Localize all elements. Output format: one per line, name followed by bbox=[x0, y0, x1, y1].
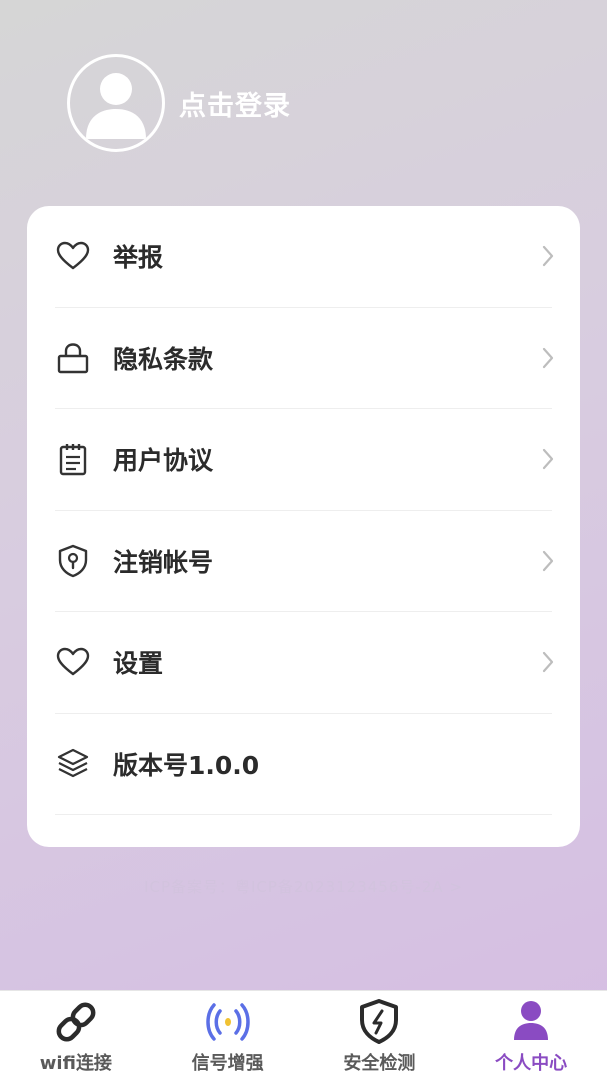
chevron-right-icon bbox=[542, 449, 554, 470]
version-label: 版本号1.0.0 bbox=[113, 750, 260, 780]
chevron-right-icon bbox=[542, 246, 554, 267]
link-icon bbox=[50, 997, 102, 1047]
person-icon bbox=[505, 997, 557, 1047]
menu-card: 举报 隐私条款 用户协议 注销帐号 设置 版本号1.0.0 bbox=[27, 206, 580, 847]
menu-item-report[interactable]: 举报 bbox=[55, 206, 554, 308]
tab-personal-center[interactable]: 个人中心 bbox=[455, 991, 607, 1080]
signal-icon bbox=[202, 997, 254, 1047]
notepad-icon bbox=[55, 441, 91, 477]
menu-item-settings[interactable]: 设置 bbox=[55, 612, 554, 714]
menu-item-privacy[interactable]: 隐私条款 bbox=[55, 308, 554, 409]
tab-label: 信号增强 bbox=[191, 1053, 264, 1074]
tab-security-check[interactable]: 安全检测 bbox=[304, 991, 456, 1080]
menu-item-version: 版本号1.0.0 bbox=[55, 714, 552, 815]
menu-item-label: 用户协议 bbox=[113, 446, 214, 476]
shield-bolt-icon bbox=[353, 997, 405, 1047]
profile-header[interactable]: 点击登录 bbox=[67, 54, 291, 152]
menu-item-user-agreement[interactable]: 用户协议 bbox=[55, 409, 554, 511]
menu-item-label: 举报 bbox=[113, 243, 164, 273]
menu-item-label: 注销帐号 bbox=[113, 547, 214, 577]
heart-icon bbox=[55, 644, 91, 680]
bottom-tab-bar: wifi连接 信号增强 安全检测 个人中心 bbox=[0, 990, 607, 1080]
shield-keyhole-icon bbox=[55, 543, 91, 579]
avatar[interactable] bbox=[67, 54, 165, 152]
tab-signal-boost[interactable]: 信号增强 bbox=[152, 991, 304, 1080]
heart-icon bbox=[55, 238, 91, 274]
tab-label: 个人中心 bbox=[495, 1053, 568, 1074]
icp-record-link[interactable]: ICP备案号：粤ICP备2023123456号-2A > bbox=[0, 876, 607, 897]
tab-wifi-connect[interactable]: wifi连接 bbox=[0, 991, 152, 1080]
chevron-right-icon bbox=[542, 652, 554, 673]
menu-item-label: 隐私条款 bbox=[113, 344, 214, 374]
menu-item-label: 设置 bbox=[113, 649, 164, 679]
lock-icon bbox=[55, 340, 91, 376]
tab-label: 安全检测 bbox=[343, 1053, 416, 1074]
chevron-right-icon bbox=[542, 550, 554, 571]
tab-label: wifi连接 bbox=[39, 1053, 112, 1074]
layers-icon bbox=[55, 746, 91, 782]
login-label[interactable]: 点击登录 bbox=[179, 84, 291, 123]
user-silhouette-icon bbox=[86, 73, 146, 139]
chevron-right-icon bbox=[542, 347, 554, 368]
menu-item-delete-account[interactable]: 注销帐号 bbox=[55, 511, 554, 612]
